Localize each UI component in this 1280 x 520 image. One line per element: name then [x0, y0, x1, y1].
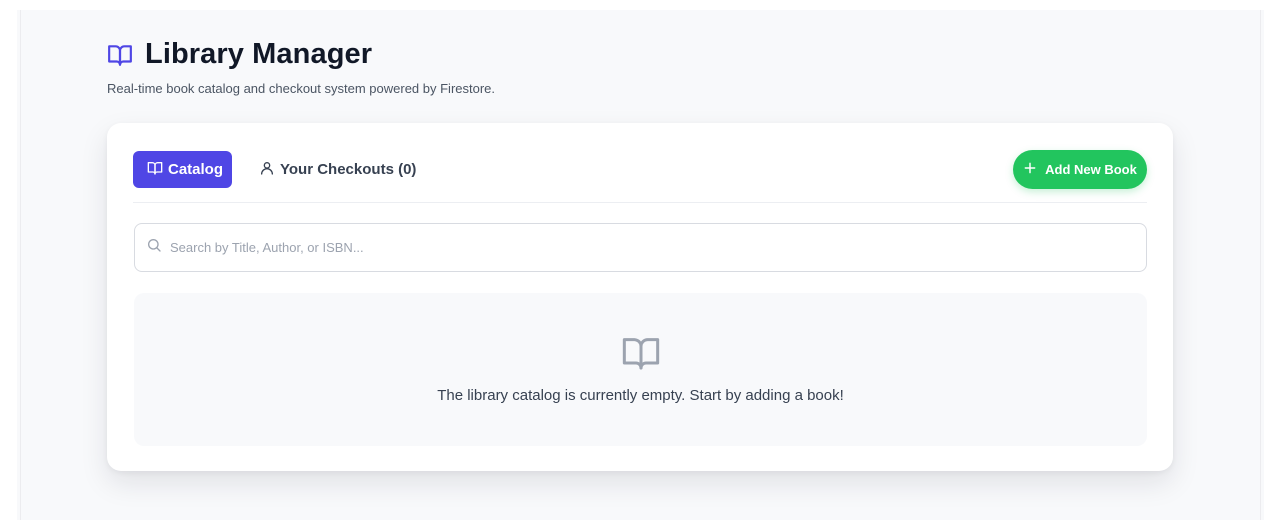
- title-row: Library Manager: [107, 38, 495, 71]
- tab-checkouts[interactable]: Your Checkouts (0): [259, 151, 416, 188]
- book-open-icon: [621, 333, 661, 373]
- tab-catalog[interactable]: Catalog: [133, 151, 232, 188]
- tab-catalog-label: Catalog: [168, 161, 224, 178]
- plus-icon: [1023, 161, 1037, 178]
- add-new-book-button[interactable]: Add New Book: [1013, 150, 1147, 189]
- search-input[interactable]: [170, 240, 1130, 255]
- empty-catalog-state: The library catalog is currently empty. …: [134, 293, 1147, 446]
- add-new-book-label: Add New Book: [1045, 162, 1137, 177]
- page-subtitle: Real-time book catalog and checkout syst…: [107, 81, 496, 96]
- search-box: [134, 223, 1147, 272]
- catalog-card: Catalog Your Checkouts (0) Add New Book: [107, 123, 1173, 471]
- tab-checkouts-label: Your Checkouts (0): [280, 161, 417, 178]
- tab-bar: Catalog Your Checkouts (0) Add New Book: [133, 150, 1147, 203]
- user-icon: [259, 160, 275, 180]
- book-open-icon: [107, 42, 133, 68]
- frame-edge-right: [1260, 10, 1261, 520]
- frame-edge-left: [20, 10, 21, 520]
- page-header: Library Manager Real-time book catalog a…: [107, 38, 495, 96]
- search-icon: [146, 237, 162, 258]
- page-title: Library Manager: [145, 38, 373, 70]
- empty-catalog-message: The library catalog is currently empty. …: [437, 387, 844, 404]
- book-open-icon: [147, 160, 163, 180]
